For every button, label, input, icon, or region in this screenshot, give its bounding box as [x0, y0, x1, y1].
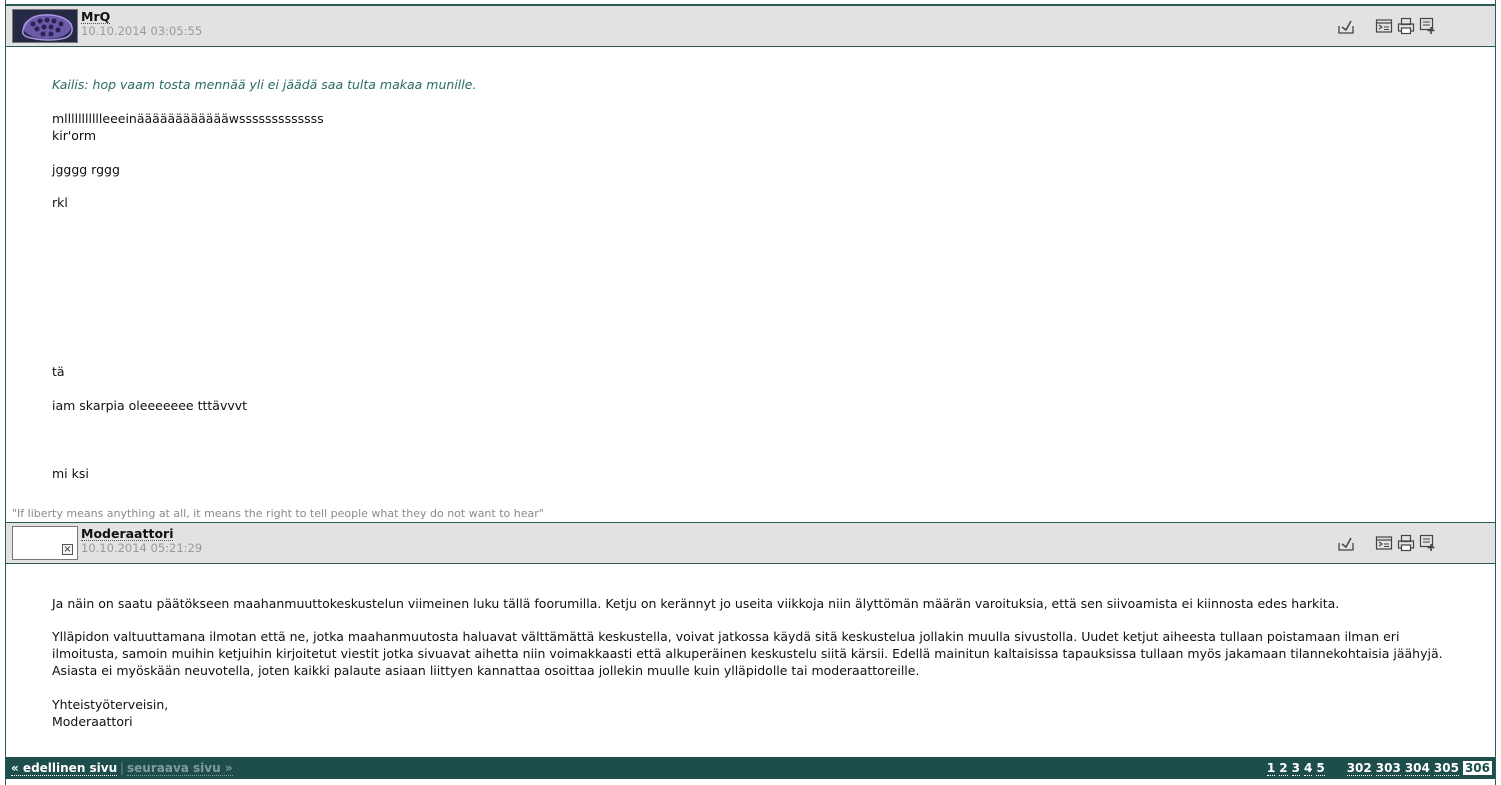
separator: | — [120, 761, 125, 775]
quote-text: Kailis: hop vaam tosta mennää yli ei jää… — [52, 77, 477, 92]
post-line: tä — [52, 364, 65, 379]
post-paragraph: Ylläpidon valtuuttamana ilmotan että ne,… — [52, 629, 1443, 678]
add-icon[interactable] — [1419, 17, 1437, 35]
quote-icon[interactable] — [1375, 17, 1393, 35]
page-link[interactable]: 304 — [1404, 761, 1430, 776]
broken-image-icon: × — [62, 544, 73, 555]
post-date: 10.10.2014 03:05:55 — [81, 24, 203, 38]
current-page: 306 — [1462, 761, 1492, 775]
post-paragraph: Ja näin on saatu päätökseen maahanmuutto… — [52, 596, 1340, 611]
prev-page-link[interactable]: « edellinen sivu — [11, 761, 118, 776]
username[interactable]: MrQ — [81, 10, 111, 24]
post-header-1: MrQ 10.10.2014 03:05:55 — [6, 6, 1495, 47]
page-link[interactable]: 302 — [1346, 761, 1372, 776]
print-icon[interactable] — [1397, 17, 1415, 35]
page-numbers: 1 2 3 4 5 302 303 304 305 306 — [1266, 759, 1492, 777]
page-link[interactable]: 3 — [1291, 761, 1300, 776]
username[interactable]: Moderaattori — [81, 527, 174, 541]
page-link[interactable]: 303 — [1375, 761, 1401, 776]
post-actions — [1335, 17, 1495, 37]
page-link[interactable]: 4 — [1303, 761, 1313, 776]
print-icon[interactable] — [1397, 534, 1415, 552]
avatar[interactable] — [12, 9, 78, 43]
post-body-1: Kailis: hop vaam tosta mennää yli ei jää… — [52, 76, 1452, 93]
post-line: iam skarpia oleeeeeee tttävvvt — [52, 398, 248, 413]
post-paragraph: Moderaattori — [52, 714, 133, 729]
post-line: kir'orm — [52, 128, 97, 143]
page-link[interactable]: 5 — [1316, 761, 1325, 776]
post-header-2: × Moderaattori 10.10.2014 05:21:29 — [6, 523, 1495, 564]
post-line: mllllllllllleeeinääääääääääääwssssssssss… — [52, 111, 324, 126]
avatar-image — [13, 10, 77, 42]
post-paragraph: Yhteistyöterveisin, — [52, 697, 169, 712]
page-link[interactable]: 305 — [1433, 761, 1459, 776]
page-link[interactable]: 1 — [1266, 761, 1276, 776]
avatar[interactable]: × — [12, 526, 78, 560]
next-page-link[interactable]: seuraava sivu » — [127, 761, 233, 776]
page-link[interactable]: 2 — [1279, 761, 1288, 776]
post-line: rkl — [52, 195, 68, 210]
quote-icon[interactable] — [1375, 534, 1393, 552]
reply-icon[interactable] — [1337, 534, 1355, 552]
post-actions — [1335, 534, 1495, 554]
post-line: mi ksi — [52, 466, 89, 481]
post-date: 10.10.2014 05:21:29 — [81, 541, 203, 555]
post-line: jgggg rggg — [52, 162, 120, 177]
reply-icon[interactable] — [1337, 17, 1355, 35]
add-icon[interactable] — [1419, 534, 1437, 552]
signature: "If liberty means anything at all, it me… — [12, 507, 544, 520]
pagination-bar: « edellinen sivu | seuraava sivu » 1 2 3… — [6, 757, 1495, 779]
